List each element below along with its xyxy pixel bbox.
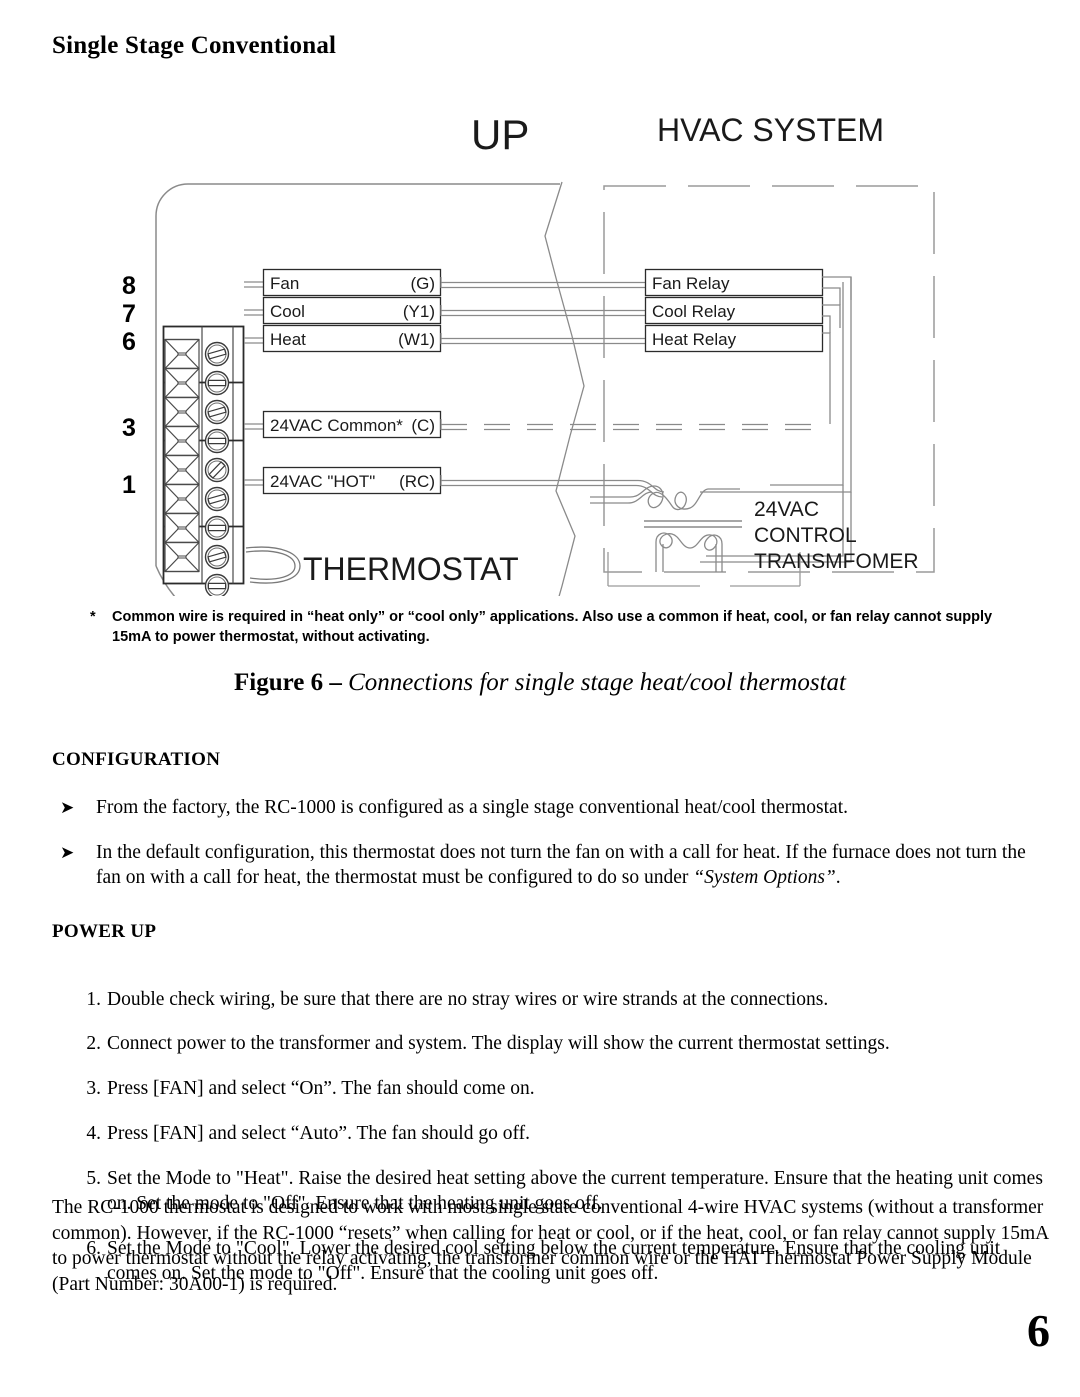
wire-code-common: (C) — [411, 416, 435, 435]
wire-code-fan: (G) — [410, 274, 435, 293]
wire-code-heat: (W1) — [398, 330, 435, 349]
step-number: 2. — [86, 1033, 101, 1055]
transformer-label-line-3: TRANSMFOMER — [754, 550, 919, 573]
figure-caption-text: Connections for single stage heat/cool t… — [348, 669, 846, 696]
page-number: 6 — [1027, 1305, 1050, 1356]
wire-row-common: 24VAC Common* (C) — [244, 410, 822, 439]
wire-code-hot: (RC) — [399, 472, 435, 491]
configuration-heading: CONFIGURATION — [52, 749, 221, 770]
up-label: UP — [471, 111, 529, 158]
transformer-label-line-1: 24VAC — [754, 498, 819, 521]
wire-label-common: 24VAC Common* — [270, 416, 403, 435]
thermostat-label: THERMOSTAT — [303, 551, 519, 587]
wire-code-cool: (Y1) — [403, 302, 435, 321]
jumper-wire — [245, 546, 301, 584]
transformer-label-line-2: CONTROL — [754, 524, 857, 547]
figure-caption-label: Figure 6 — [233, 669, 324, 696]
figure-caption-dash: – — [323, 669, 349, 696]
page-title: Single Stage Conventional — [52, 32, 337, 59]
wire-row-heat: Heat (W1) Heat Relay — [244, 324, 824, 353]
step-text: Press [FAN] and select “Auto”. The fan s… — [107, 1122, 530, 1144]
step-number: 3. — [86, 1078, 101, 1100]
terminal-block — [162, 325, 245, 596]
wire-label-fan: Fan — [270, 274, 299, 293]
terminal-number-7: 7 — [122, 300, 136, 328]
terminal-number-6: 6 — [122, 328, 136, 356]
power-up-step: 1. Double check wiring, be sure that the… — [75, 987, 1050, 1012]
footnote-text: Common wire is required in “heat only” o… — [112, 609, 993, 645]
terminal-number-1: 1 — [122, 471, 136, 499]
wiring-diagram: Fan (G) Fan Relay Cool (Y1) Cool Relay H… — [0, 86, 1080, 596]
relay-label-heat: Heat Relay — [652, 330, 737, 349]
bullet-arrow-icon: ➤ — [60, 843, 75, 862]
step-number: 1. — [86, 988, 101, 1010]
terminal-number-3: 3 — [122, 414, 136, 442]
step-text: Press [FAN] and select “On”. The fan sho… — [107, 1078, 535, 1100]
bullet-text: From the factory, the RC-1000 is configu… — [96, 797, 848, 818]
document-page: Single Stage Conventional Fan (G) Fan Re… — [0, 0, 1080, 1397]
figure-caption: Figure 6 – Connections for single stage … — [0, 669, 1080, 697]
footnote-marker: * — [90, 609, 96, 625]
power-up-heading: POWER UP — [52, 921, 157, 942]
wire-row-hot: 24VAC "HOT" (RC) — [244, 466, 665, 498]
terminal-number-8: 8 — [122, 272, 136, 300]
relay-label-cool: Cool Relay — [652, 302, 736, 321]
step-number: 5. — [86, 1167, 101, 1189]
bullet-text-emphasis: “System Options” — [693, 867, 836, 888]
step-number: 4. — [86, 1122, 101, 1144]
power-up-step: 4. Press [FAN] and select “Auto”. The fa… — [75, 1121, 1050, 1146]
bullet-text: In the default configuration, this therm… — [96, 842, 1026, 888]
closing-paragraph: The RC-1000 thermostat is designed to wo… — [52, 1197, 1049, 1295]
relay-label-fan: Fan Relay — [652, 274, 730, 293]
configuration-bullets: ➤ From the factory, the RC-1000 is confi… — [52, 795, 1042, 910]
wire-break-line — [544, 181, 585, 596]
bullet-arrow-icon: ➤ — [60, 798, 75, 817]
wire-row-fan: Fan (G) Fan Relay — [244, 268, 824, 297]
wire-row-cool: Cool (Y1) Cool Relay — [244, 296, 824, 325]
wire-label-hot: 24VAC "HOT" — [270, 472, 375, 491]
wire-label-heat: Heat — [270, 330, 306, 349]
power-up-step: 2. Connect power to the transformer and … — [75, 1031, 1050, 1056]
wire-label-cool: Cool — [270, 302, 305, 321]
footnote: * Common wire is required in “heat only”… — [90, 607, 1010, 647]
step-text: Connect power to the transformer and sys… — [107, 1033, 890, 1055]
step-text: Double check wiring, be sure that there … — [107, 988, 829, 1010]
configuration-bullet-1: ➤ From the factory, the RC-1000 is confi… — [52, 795, 1042, 820]
power-up-step: 3. Press [FAN] and select “On”. The fan … — [75, 1076, 1050, 1101]
bullet-text-tail: . — [835, 867, 841, 888]
hvac-system-label: HVAC SYSTEM — [657, 112, 884, 148]
configuration-bullet-2: ➤ In the default configuration, this the… — [52, 840, 1042, 890]
